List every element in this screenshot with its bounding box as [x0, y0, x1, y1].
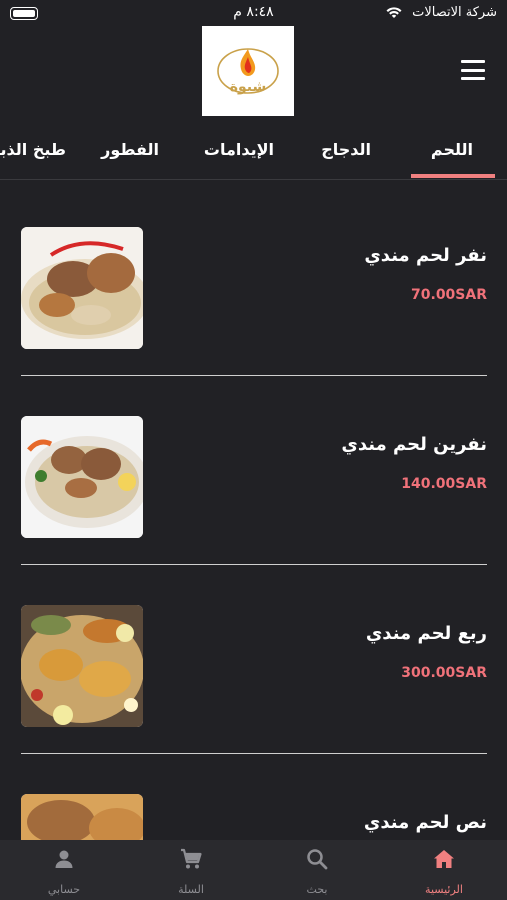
category-tabs: اللحم الدجاج الإيدامات الفطور طبخ الذبائ… — [0, 130, 507, 180]
restaurant-logo: شبوة — [202, 26, 294, 116]
nav-home-label: الرئيسية — [425, 883, 463, 896]
home-icon — [434, 850, 454, 868]
wifi-icon — [386, 7, 402, 18]
menu-item-list: نفر لحم مندي 70.00SAR نفرين لحم مندي 140… — [0, 181, 507, 841]
tab-stews[interactable]: الإيدامات — [204, 140, 274, 159]
nav-search[interactable]: بحث — [254, 840, 380, 900]
nav-cart-label: السلة — [178, 883, 204, 896]
item-price: 300.00SAR — [401, 665, 487, 681]
menu-item[interactable]: نص لحم مندي — [0, 748, 507, 841]
item-image — [21, 416, 143, 538]
nav-cart[interactable]: السلة — [128, 840, 254, 900]
item-image — [21, 605, 143, 727]
flame-logo-icon: شبوة — [217, 48, 279, 95]
item-name: نفر لحم مندي — [364, 245, 487, 266]
item-name: نفرين لحم مندي — [341, 434, 487, 455]
cart-icon — [181, 848, 202, 869]
item-image — [21, 794, 143, 841]
bottom-navigation: الرئيسية بحث السلة حسابي — [0, 840, 507, 900]
menu-line — [461, 68, 485, 72]
tab-whole-sheep[interactable]: طبخ الذبائح — [0, 140, 66, 159]
nav-account[interactable]: حسابي — [1, 840, 127, 900]
tab-breakfast[interactable]: الفطور — [101, 140, 159, 159]
hamburger-menu-button[interactable] — [461, 60, 485, 80]
active-tab-indicator — [411, 174, 495, 178]
item-image — [21, 227, 143, 349]
menu-line — [461, 60, 485, 63]
item-name: ربع لحم مندي — [365, 623, 487, 644]
nav-home[interactable]: الرئيسية — [381, 840, 507, 900]
logo-text: شبوة — [230, 79, 267, 95]
menu-item[interactable]: نفر لحم مندي 70.00SAR — [0, 181, 507, 376]
item-price: 70.00SAR — [411, 287, 487, 303]
item-name: نص لحم مندي — [363, 812, 487, 833]
nav-account-label: حسابي — [47, 883, 81, 896]
tab-chicken[interactable]: الدجاج — [321, 140, 371, 159]
menu-item[interactable]: نفرين لحم مندي 140.00SAR — [0, 370, 507, 565]
carrier-name: شركة الاتصالات — [412, 5, 497, 20]
item-price: 140.00SAR — [401, 476, 487, 492]
nav-search-label: بحث — [306, 883, 328, 896]
tab-meat[interactable]: اللحم — [431, 140, 473, 159]
person-icon — [55, 850, 73, 868]
menu-line — [461, 77, 485, 80]
menu-item[interactable]: ربع لحم مندي 300.00SAR — [0, 559, 507, 754]
search-icon — [307, 849, 328, 870]
status-bar: ٨:٤٨ م شركة الاتصالات — [0, 0, 507, 26]
